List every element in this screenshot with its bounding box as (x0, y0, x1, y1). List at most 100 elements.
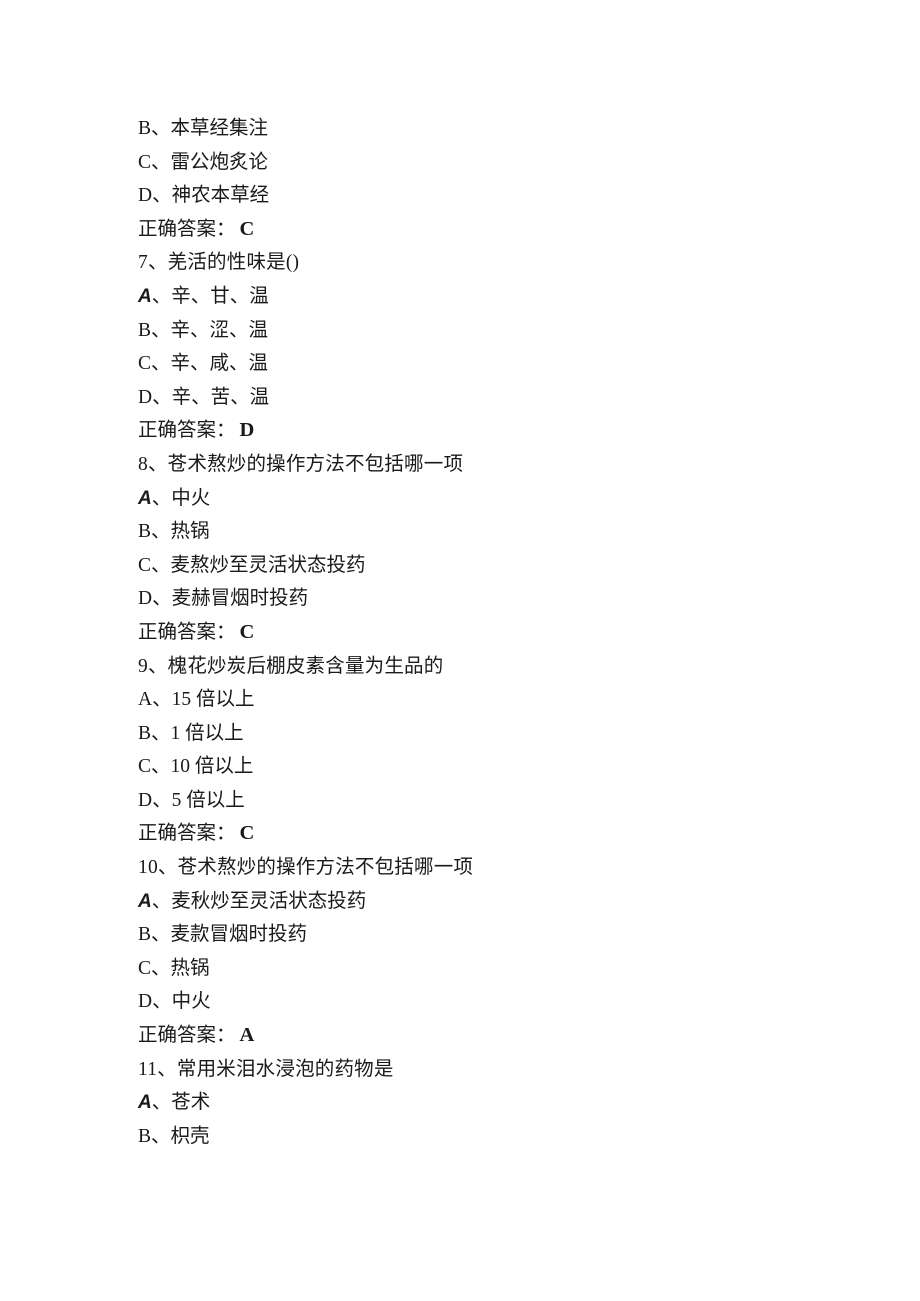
option-separator: 、 (151, 319, 171, 341)
option-text: 枳壳 (170, 1125, 210, 1147)
option-separator: 、 (152, 689, 172, 711)
option-row[interactable]: D、神农本草经 (138, 179, 782, 213)
option-text: 苍术 (171, 1092, 211, 1114)
option-marker: B (138, 319, 152, 341)
answer-value: C (239, 620, 255, 643)
option-row[interactable]: B、辛、涩、温 (138, 314, 782, 348)
answer-label: 正确答案： (138, 218, 236, 240)
option-marker: A (138, 689, 153, 711)
option-separator: 、 (152, 386, 172, 408)
option-row[interactable]: C、热锅 (138, 952, 782, 986)
question-block: 9、槐花炒炭后棚皮素含量为生品的 A、 15 倍以上 B、 1 倍以上 C、 10 倍以上 D… (138, 650, 782, 852)
option-row[interactable]: B、 1 倍以上 (138, 717, 782, 751)
option-separator: 、 (152, 588, 172, 610)
option-marker: B (138, 924, 152, 946)
option-text: 麦熬炒至灵活状态投药 (170, 554, 366, 576)
option-marker: B (138, 1125, 152, 1147)
option-text: 辛、苦、温 (171, 386, 270, 408)
option-marker: D (138, 185, 153, 207)
option-marker: D (138, 991, 153, 1013)
option-marker: D (138, 789, 153, 811)
option-separator: 、 (151, 1125, 171, 1147)
option-row[interactable]: D、麦赫冒烟时投药 (138, 582, 782, 616)
option-separator: 、 (151, 285, 172, 307)
option-text: 辛、涩、温 (170, 319, 269, 341)
option-separator: 、 (151, 924, 171, 946)
answer-label: 正确答案： (138, 420, 236, 442)
option-marker: D (138, 386, 153, 408)
option-text: 麦赫冒烟时投药 (171, 588, 309, 610)
question-stem: 9、槐花炒炭后棚皮素含量为生品的 (138, 655, 444, 677)
option-separator: 、 (152, 991, 172, 1013)
option-separator: 、 (151, 756, 171, 778)
option-separator: 、 (151, 353, 171, 375)
option-text: 热锅 (170, 521, 210, 543)
option-separator: 、 (151, 521, 171, 543)
option-marker: A (138, 487, 152, 509)
option-text: 中火 (171, 487, 211, 509)
option-text: 10 倍以上 (170, 756, 254, 778)
option-marker: B (138, 118, 152, 139)
option-row[interactable]: A、苍术 (138, 1086, 782, 1120)
answer-value: A (239, 1024, 255, 1047)
option-separator: 、 (151, 1092, 172, 1114)
option-separator: 、 (152, 185, 172, 207)
answer-value: C (239, 217, 255, 240)
option-row[interactable]: D、中火 (138, 985, 782, 1019)
document-body: B、本草经集注 C、雷公炮炙论 D、神农本草经 正确答案： C 7、羌活的性味是()… (138, 112, 782, 1153)
answer-value: C (239, 822, 255, 845)
option-marker: C (138, 353, 152, 375)
answer-value: D (239, 419, 255, 442)
question-block: 8、苍术熬炒的操作方法不包括哪一项 A、中火 B、热锅 C、麦熬炒至灵活状态投药 D、麦… (138, 448, 782, 650)
option-marker: A (138, 285, 152, 307)
option-row[interactable]: D、辛、苦、温 (138, 381, 782, 415)
option-marker: A (138, 890, 152, 912)
option-separator: 、 (151, 118, 171, 139)
option-marker: C (138, 756, 152, 778)
answer-row: 正确答案： C (138, 213, 782, 247)
option-text: 神农本草经 (171, 185, 270, 207)
option-text: 热锅 (170, 957, 210, 979)
option-row[interactable]: B、本草经集注 (138, 112, 782, 146)
option-separator: 、 (151, 957, 171, 979)
answer-label: 正确答案： (138, 1025, 236, 1047)
answer-label: 正确答案： (138, 621, 236, 643)
option-marker: B (138, 722, 152, 744)
option-row[interactable]: A、辛、甘、温 (138, 280, 782, 314)
option-text: 雷公炮炙论 (170, 151, 269, 173)
option-text: 5 倍以上 (171, 789, 245, 811)
question-block: 11、常用米泪水浸泡的药物是 A、苍术 B、枳壳 (138, 1053, 782, 1154)
answer-row: 正确答案： C (138, 616, 782, 650)
option-row[interactable]: A、中火 (138, 482, 782, 516)
option-marker: D (138, 588, 153, 610)
option-row[interactable]: B、麦款冒烟时投药 (138, 918, 782, 952)
option-text: 麦秋炒至灵活状态投药 (171, 890, 367, 912)
leading-options-block: B、本草经集注 C、雷公炮炙论 D、神农本草经 (138, 112, 782, 213)
option-marker: C (138, 554, 152, 576)
question-block: 7、羌活的性味是() A、辛、甘、温 B、辛、涩、温 C、辛、咸、温 D、辛、苦、温 正确… (138, 246, 782, 448)
option-marker: A (138, 1092, 152, 1114)
option-separator: 、 (151, 151, 171, 173)
question-block: 10、苍术熬炒的操作方法不包括哪一项 A、麦秋炒至灵活状态投药 B、麦款冒烟时投药 C… (138, 851, 782, 1053)
option-marker: B (138, 521, 152, 543)
question-stem: 11、常用米泪水浸泡的药物是 (138, 1058, 394, 1080)
option-row[interactable]: A、 15 倍以上 (138, 683, 782, 717)
answer-label: 正确答案： (138, 823, 236, 845)
option-separator: 、 (151, 487, 172, 509)
option-row[interactable]: B、枳壳 (138, 1120, 782, 1154)
option-row[interactable]: C、麦熬炒至灵活状态投药 (138, 549, 782, 583)
option-marker: C (138, 151, 152, 173)
option-text: 本草经集注 (170, 118, 269, 139)
answer-row: 正确答案： C (138, 817, 782, 851)
option-row[interactable]: C、 10 倍以上 (138, 750, 782, 784)
option-row[interactable]: A、麦秋炒至灵活状态投药 (138, 885, 782, 919)
option-text: 1 倍以上 (170, 722, 244, 744)
option-separator: 、 (151, 554, 171, 576)
option-row[interactable]: D、 5 倍以上 (138, 784, 782, 818)
option-text: 辛、咸、温 (170, 353, 269, 375)
option-row[interactable]: C、雷公炮炙论 (138, 146, 782, 180)
option-text: 中火 (171, 991, 211, 1013)
option-marker: C (138, 957, 152, 979)
option-row[interactable]: C、辛、咸、温 (138, 347, 782, 381)
option-row[interactable]: B、热锅 (138, 515, 782, 549)
